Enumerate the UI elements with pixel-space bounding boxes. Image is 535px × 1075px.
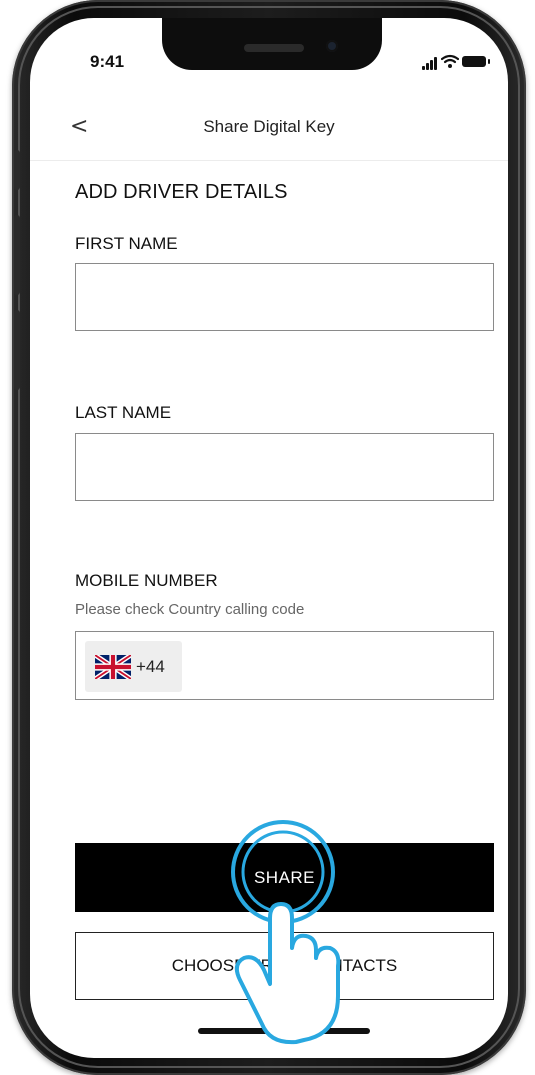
last-name-input[interactable]: [75, 433, 494, 501]
choose-from-contacts-button[interactable]: CHOOSE FROM CONTACTS: [75, 932, 494, 1000]
first-name-input[interactable]: [75, 263, 494, 331]
home-indicator: [198, 1028, 370, 1034]
front-camera-icon: [326, 40, 338, 52]
battery-icon: [462, 56, 490, 67]
status-icons: [422, 54, 492, 70]
uk-flag-icon: [95, 655, 131, 679]
country-code-picker[interactable]: +44: [85, 641, 182, 692]
volume-down-button: [14, 310, 20, 390]
mobile-number-label: MOBILE NUMBER: [75, 571, 218, 590]
section-heading: ADD DRIVER DETAILS: [75, 181, 288, 203]
first-name-label: FIRST NAME: [75, 234, 178, 253]
calling-code: +44: [136, 657, 165, 676]
mobile-number-field[interactable]: +44: [75, 631, 494, 700]
last-name-label: LAST NAME: [75, 403, 172, 422]
mute-switch: [14, 150, 20, 190]
page-title: Share Digital Key: [203, 117, 335, 136]
notch: [162, 18, 382, 70]
calling-code-hint: Please check Country calling code: [75, 601, 305, 618]
wifi-icon: [441, 54, 459, 68]
volume-up-button: [14, 215, 20, 295]
nav-header: < Share Digital Key: [30, 108, 508, 161]
earpiece-speaker: [244, 44, 304, 52]
share-button[interactable]: SHARE: [75, 843, 494, 912]
phone-screen: 9:41 < Share Digital Key ADD DRIVER DETA…: [30, 18, 508, 1058]
status-time: 9:41: [90, 52, 125, 71]
